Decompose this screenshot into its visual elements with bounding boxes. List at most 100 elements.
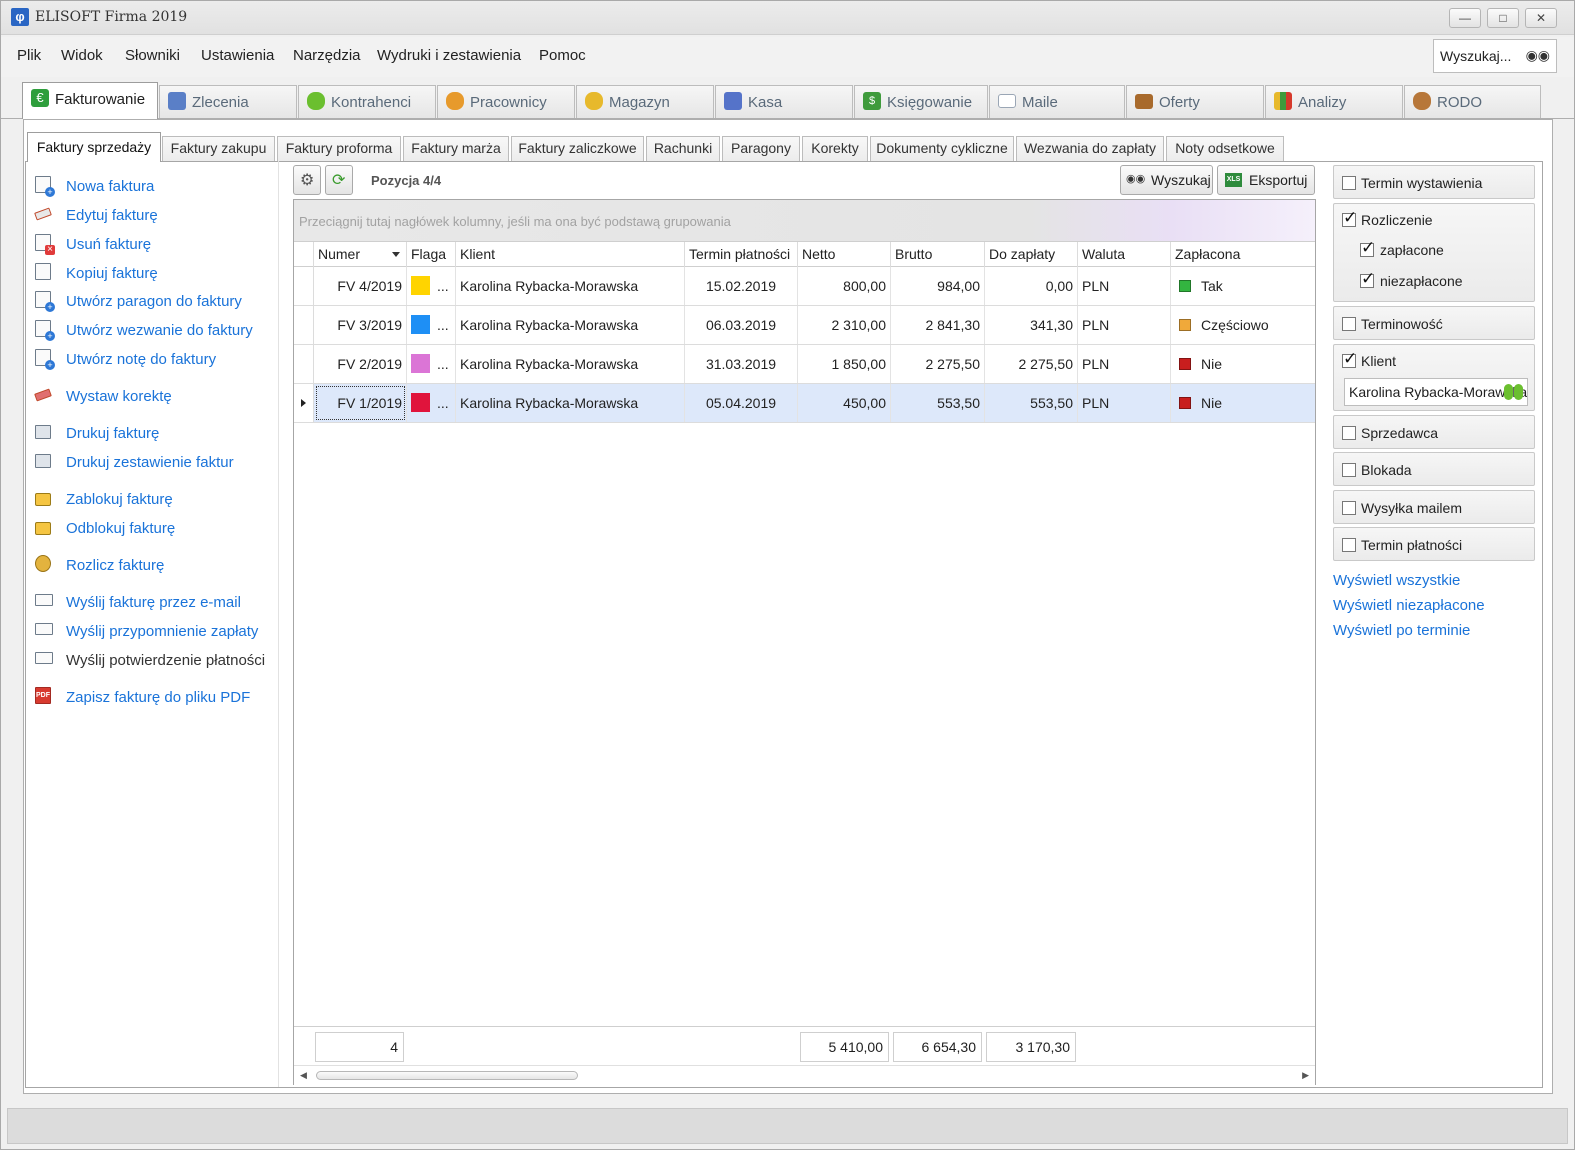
client-filter-input[interactable]: Karolina Rybacka-Morawska	[1344, 378, 1528, 406]
action-wyslij-email[interactable]: Wyślij fakturę przez e-mail	[35, 590, 285, 614]
cell-flaga[interactable]: ...	[407, 345, 456, 383]
col-termin[interactable]: Termin płatności	[685, 242, 798, 267]
cell-termin[interactable]: 05.04.2019	[685, 384, 798, 422]
filter-sprzedawca-checkbox[interactable]	[1342, 426, 1356, 440]
subtab-faktury-marza[interactable]: Faktury marża	[403, 136, 509, 161]
col-brutto[interactable]: Brutto	[891, 242, 985, 267]
flag-more-button[interactable]: ...	[437, 306, 449, 344]
subtab-rachunki[interactable]: Rachunki	[646, 136, 720, 161]
select-client-icon[interactable]	[1504, 382, 1524, 402]
filter-blokada[interactable]: Blokada	[1333, 452, 1535, 486]
cell-netto[interactable]: 450,00	[798, 384, 891, 422]
action-odblokuj-fakture[interactable]: Odblokuj fakturę	[35, 516, 285, 540]
subtab-faktury-proforma[interactable]: Faktury proforma	[277, 136, 401, 161]
scroll-right-icon[interactable]: ▶	[1302, 1070, 1309, 1081]
tab-analizy[interactable]: Analizy	[1265, 85, 1403, 118]
subtab-faktury-zaliczkowe[interactable]: Faktury zaliczkowe	[511, 136, 644, 161]
cell-termin[interactable]: 06.03.2019	[685, 306, 798, 344]
cell-brutto[interactable]: 553,50	[891, 384, 985, 422]
row-indicator[interactable]	[294, 384, 314, 422]
tab-fakturowanie[interactable]: € Fakturowanie	[22, 82, 158, 119]
action-edytuj-fakture[interactable]: Edytuj fakturę	[34, 203, 285, 227]
menu-plik[interactable]: Plik	[17, 47, 41, 64]
action-wyslij-przypomnienie[interactable]: Wyślij przypomnienie zapłaty	[35, 619, 285, 643]
cell-klient[interactable]: Karolina Rybacka-Morawska	[456, 384, 685, 422]
filter-termin-platnosci-checkbox[interactable]	[1342, 538, 1356, 552]
filter-niezaplacone-checkbox[interactable]	[1360, 269, 1375, 289]
flag-more-button[interactable]: ...	[437, 384, 449, 422]
cell-do-zaplaty[interactable]: 341,30	[985, 306, 1078, 344]
subtab-faktury-zakupu[interactable]: Faktury zakupu	[162, 136, 275, 161]
action-nowa-faktura[interactable]: Nowa faktura	[35, 174, 285, 198]
cell-brutto[interactable]: 2 275,50	[891, 345, 985, 383]
flag-color-swatch[interactable]	[411, 276, 430, 295]
global-search-input[interactable]: Wyszukaj... ◉◉	[1433, 39, 1557, 73]
action-drukuj-fakture[interactable]: Drukuj fakturę	[35, 421, 285, 445]
cell-numer[interactable]: FV 1/2019	[314, 384, 407, 422]
subtab-faktury-sprzedazy[interactable]: Faktury sprzedaży	[27, 132, 161, 162]
export-button[interactable]: XLS Eksportuj	[1217, 165, 1315, 195]
filter-zaplacone-checkbox[interactable]	[1360, 238, 1375, 258]
horizontal-scrollbar[interactable]: ◀ ▶	[294, 1065, 1315, 1085]
link-wyswietl-wszystkie[interactable]: Wyświetl wszystkie	[1333, 572, 1460, 589]
row-indicator[interactable]	[294, 345, 314, 383]
cell-netto[interactable]: 2 310,00	[798, 306, 891, 344]
tab-maile[interactable]: Maile	[989, 85, 1125, 118]
subtab-wezwania[interactable]: Wezwania do zapłaty	[1016, 136, 1164, 161]
cell-waluta[interactable]: PLN	[1078, 384, 1171, 422]
cell-waluta[interactable]: PLN	[1078, 306, 1171, 344]
cell-flaga[interactable]: ...	[407, 306, 456, 344]
action-utworz-note[interactable]: Utwórz notę do faktury	[35, 347, 285, 371]
refresh-button[interactable]: ⟳	[325, 165, 353, 195]
table-row[interactable]: FV 2/2019... Karolina Rybacka-Morawska 31.…	[294, 345, 1315, 384]
table-row[interactable]: FV 1/2019... Karolina Rybacka-Morawska 05.…	[294, 384, 1315, 423]
action-zapisz-pdf[interactable]: PDF Zapisz fakturę do pliku PDF	[35, 685, 285, 709]
filter-terminowosc[interactable]: Terminowość	[1333, 306, 1535, 340]
col-netto[interactable]: Netto	[798, 242, 891, 267]
filter-termin-platnosci[interactable]: Termin płatności	[1333, 527, 1535, 561]
cell-termin[interactable]: 31.03.2019	[685, 345, 798, 383]
menu-pomoc[interactable]: Pomoc	[539, 47, 586, 64]
search-button[interactable]: ◉◉ Wyszukaj	[1120, 165, 1213, 195]
flag-more-button[interactable]: ...	[437, 267, 449, 305]
row-indicator[interactable]	[294, 267, 314, 305]
cell-netto[interactable]: 800,00	[798, 267, 891, 305]
action-wyslij-potwierdzenie[interactable]: Wyślij potwierdzenie płatności	[35, 648, 285, 672]
tab-kasa[interactable]: Kasa	[715, 85, 853, 118]
tab-magazyn[interactable]: Magazyn	[576, 85, 714, 118]
flag-color-swatch[interactable]	[411, 393, 430, 412]
action-drukuj-zestawienie[interactable]: Drukuj zestawienie faktur	[35, 450, 285, 474]
tab-ksiegowanie[interactable]: $ Księgowanie	[854, 85, 988, 118]
menu-ustawienia[interactable]: Ustawienia	[201, 47, 274, 64]
subtab-dokumenty-cykliczne[interactable]: Dokumenty cykliczne	[870, 136, 1014, 161]
cell-numer[interactable]: FV 2/2019	[314, 345, 407, 383]
subtab-korekty[interactable]: Korekty	[802, 136, 868, 161]
filter-blokada-checkbox[interactable]	[1342, 463, 1356, 477]
flag-color-swatch[interactable]	[411, 315, 430, 334]
col-do-zaplaty[interactable]: Do zapłaty	[985, 242, 1078, 267]
subtab-noty-odsetkowe[interactable]: Noty odsetkowe	[1166, 136, 1284, 161]
table-row[interactable]: FV 3/2019... Karolina Rybacka-Morawska 06.…	[294, 306, 1315, 345]
scroll-left-icon[interactable]: ◀	[300, 1070, 307, 1081]
group-by-bar[interactable]: Przeciągnij tutaj nagłówek kolumny, jeśl…	[294, 200, 1315, 242]
action-zablokuj-fakture[interactable]: Zablokuj fakturę	[35, 487, 285, 511]
action-rozlicz-fakture[interactable]: Rozlicz fakturę	[35, 553, 285, 577]
col-zaplacona[interactable]: Zapłacona	[1171, 242, 1315, 267]
tab-pracownicy[interactable]: Pracownicy	[437, 85, 575, 118]
action-wystaw-korekte[interactable]: Wystaw korektę	[34, 384, 285, 408]
binoculars-icon[interactable]: ◉◉	[1526, 47, 1550, 64]
action-utworz-wezwanie[interactable]: Utwórz wezwanie do faktury	[35, 318, 285, 342]
col-numer[interactable]: Numer	[314, 242, 407, 267]
action-kopiuj-fakture[interactable]: Kopiuj fakturę	[35, 261, 285, 285]
tab-rodo[interactable]: RODO	[1404, 85, 1541, 118]
cell-termin[interactable]: 15.02.2019	[685, 267, 798, 305]
cell-brutto[interactable]: 984,00	[891, 267, 985, 305]
cell-klient[interactable]: Karolina Rybacka-Morawska	[456, 267, 685, 305]
flag-color-swatch[interactable]	[411, 354, 430, 373]
cell-zaplacona[interactable]: Nie	[1171, 345, 1315, 383]
minimize-button[interactable]: —	[1449, 8, 1481, 28]
flag-more-button[interactable]: ...	[437, 345, 449, 383]
cell-zaplacona[interactable]: Nie	[1171, 384, 1315, 422]
cell-waluta[interactable]: PLN	[1078, 267, 1171, 305]
cell-klient[interactable]: Karolina Rybacka-Morawska	[456, 345, 685, 383]
